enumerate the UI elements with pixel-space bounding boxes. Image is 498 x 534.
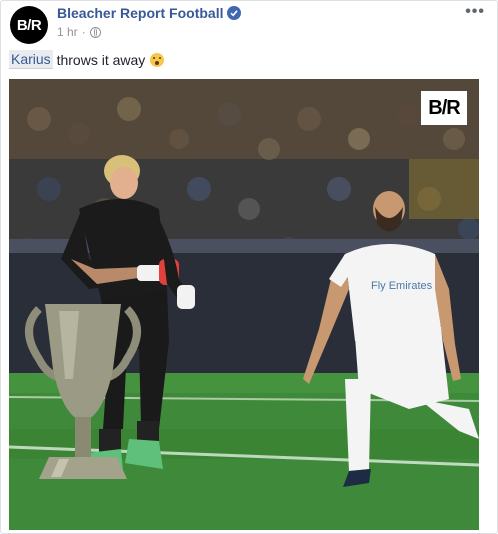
page-name: Bleacher Report Football: [57, 5, 224, 21]
page-name-link[interactable]: Bleacher Report Football: [57, 5, 242, 21]
flushed-face-emoji-icon: [150, 52, 165, 67]
photo-illustration: Fly Emirates: [9, 79, 479, 530]
caption-text-body: throws it away: [56, 51, 146, 68]
jersey-text: Fly Emirates: [371, 280, 433, 292]
globe-icon: [89, 26, 101, 38]
photo-watermark-logo: B/R: [421, 91, 467, 125]
post-caption: Karius throws it away: [9, 50, 165, 69]
more-options-icon[interactable]: •••: [465, 3, 485, 21]
meta-separator: ·: [81, 25, 86, 39]
feed-post: B/R Bleacher Report Football 1 hr · ••• …: [0, 0, 498, 534]
avatar-text: B/R: [16, 16, 42, 34]
post-photo[interactable]: Fly Emirates B/R: [9, 79, 479, 530]
page-avatar[interactable]: B/R: [10, 6, 48, 44]
post-timestamp[interactable]: 1 hr: [57, 25, 78, 39]
post-meta: 1 hr ·: [57, 25, 101, 39]
verified-badge-icon: [227, 6, 242, 20]
caption-tag-link[interactable]: Karius: [9, 50, 53, 69]
